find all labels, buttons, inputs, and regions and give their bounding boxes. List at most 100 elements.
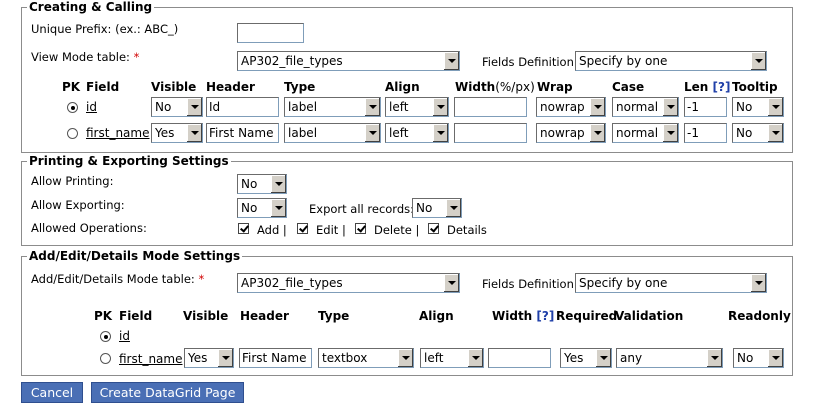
view-mode-table-select[interactable]: AP302_file_types [237,51,460,71]
col-tooltip: Tooltip [732,80,778,94]
align-select-id[interactable]: left [385,97,449,117]
unique-prefix-input[interactable] [237,23,304,43]
chevron-down-icon [364,98,380,116]
allow-printing-select[interactable]: No [237,174,287,194]
export-all-select[interactable]: No [412,198,462,218]
ae-readonly-select-first-name[interactable]: No [733,348,784,368]
chevron-down-icon [397,349,413,367]
wrap-select-first-name[interactable]: nowrap [536,123,606,143]
chevron-down-icon [270,199,286,217]
type-select-first-name[interactable]: label [284,123,381,143]
add-edit-fields-definition-label: Fields Definition: [482,277,578,291]
ae-type-select-first-name[interactable]: textbox [318,348,414,368]
len-input-first-name[interactable]: -1 [684,123,727,143]
cancel-button[interactable]: Cancel [21,382,83,403]
ae-pk-radio-first-name[interactable] [100,353,111,364]
chevron-down-icon [662,124,678,142]
width-input-id[interactable] [454,97,527,117]
chevron-down-icon [706,349,722,367]
col-wrap: Wrap [537,80,573,94]
create-datagrid-page-button[interactable]: Create DataGrid Page [91,382,244,403]
chevron-down-icon [750,52,766,70]
ae-col-validation: Validation [615,309,684,323]
chevron-down-icon [217,349,233,367]
chevron-down-icon [443,52,459,70]
view-mode-label: View Mode table: * [31,50,140,64]
ae-visible-select-first-name[interactable]: Yes [184,348,234,368]
case-select-first-name[interactable]: normal [612,123,679,143]
fields-definition-select[interactable]: Specify by one [575,51,767,71]
required-mark: * [198,272,205,286]
chevron-down-icon [467,349,483,367]
col-header: Header [206,80,255,94]
pk-radio-first-name[interactable] [67,128,78,139]
chevron-down-icon [186,124,202,142]
ae-required-select-first-name[interactable]: Yes [560,348,612,368]
ae-col-type: Type [318,309,350,323]
op-details-checkbox[interactable] [428,223,439,234]
op-edit-label: Edit | [316,223,346,237]
allow-exporting-select[interactable]: No [237,198,287,218]
chevron-down-icon [662,98,678,116]
allow-printing-label: Allow Printing: [31,174,114,188]
add-edit-fields-definition-select[interactable]: Specify by one [575,273,767,293]
col-len: Len [?] [684,80,731,94]
col-pk: PK [62,80,81,94]
ae-col-visible: Visible [183,309,229,323]
chevron-down-icon [270,175,286,193]
ae-col-readonly: Readonly [728,309,791,323]
col-width: Width(%/px) [455,80,535,94]
field-link-id[interactable]: id [86,100,97,114]
chevron-down-icon [186,98,202,116]
visible-select-id[interactable]: No [151,97,203,117]
wrap-select-id[interactable]: nowrap [536,97,606,117]
add-edit-table-select[interactable]: AP302_file_types [237,273,460,293]
col-type: Type [284,80,316,94]
pk-radio-id[interactable] [67,102,78,113]
col-field: Field [86,80,120,94]
fields-definition-label: Fields Definition: [482,55,578,69]
width-input-first-name[interactable] [454,123,527,143]
chevron-down-icon [432,124,448,142]
ae-header-input-first-name[interactable]: First Name [239,348,312,368]
field-link-first-name[interactable]: first_name [86,126,149,140]
ae-col-align: Align [419,309,454,323]
ae-validation-select-first-name[interactable]: any [616,348,723,368]
op-add-checkbox[interactable] [238,223,249,234]
header-input-first-name[interactable]: First Name [206,123,279,143]
chevron-down-icon [767,349,783,367]
len-input-id[interactable]: -1 [684,97,727,117]
printing-exporting-legend: Printing & Exporting Settings [27,154,231,168]
required-mark: * [133,50,140,64]
col-case: Case [612,80,645,94]
add-edit-details-legend: Add/Edit/Details Mode Settings [27,249,243,263]
ae-field-link-first-name[interactable]: first_name [119,352,182,366]
export-all-label: Export all records: [309,202,414,216]
width-help-link[interactable]: [?] [536,309,554,323]
chevron-down-icon [589,124,605,142]
type-select-id[interactable]: label [284,97,381,117]
op-delete-checkbox[interactable] [355,223,366,234]
header-input-id[interactable]: Id [206,97,279,117]
chevron-down-icon [750,274,766,292]
ae-width-input-first-name[interactable] [488,348,551,368]
tooltip-select-first-name[interactable]: No [732,123,784,143]
ae-col-required: Required [556,309,618,323]
chevron-down-icon [443,274,459,292]
visible-select-first-name[interactable]: Yes [151,123,203,143]
add-edit-table-label: Add/Edit/Details Mode table: * [31,272,205,286]
case-select-id[interactable]: normal [612,97,679,117]
allowed-operations-label: Allowed Operations: [31,221,147,235]
ae-field-link-id[interactable]: id [119,329,130,343]
align-select-first-name[interactable]: left [385,123,449,143]
ae-align-select-first-name[interactable]: left [420,348,484,368]
tooltip-select-id[interactable]: No [732,97,784,117]
ae-pk-radio-id[interactable] [100,331,111,342]
chevron-down-icon [364,124,380,142]
chevron-down-icon [595,349,611,367]
len-help-link[interactable]: [?] [713,80,731,94]
op-details-label: Details [447,223,487,237]
op-edit-checkbox[interactable] [297,223,308,234]
chevron-down-icon [589,98,605,116]
allow-exporting-label: Allow Exporting: [31,198,125,212]
